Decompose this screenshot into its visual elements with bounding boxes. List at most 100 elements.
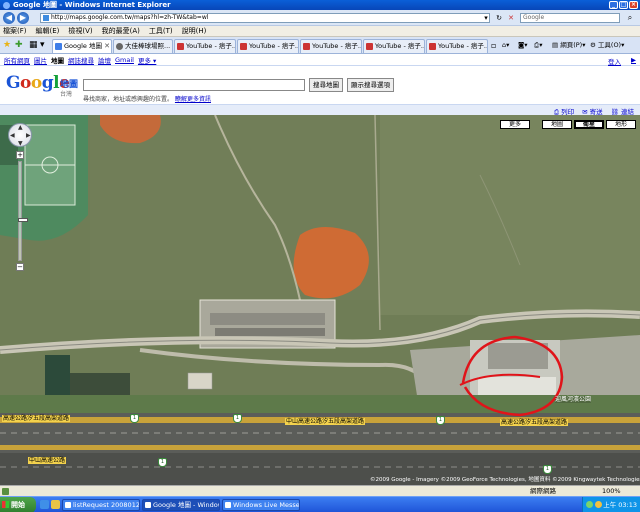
ie-icon [145, 502, 151, 508]
new-tab-icon[interactable]: ▫ [491, 41, 496, 50]
search-input[interactable]: Google [520, 13, 620, 23]
highway-shield-icon: 1 [233, 414, 242, 423]
google-favicon-icon [55, 43, 62, 50]
zoom-in-button[interactable]: + [16, 151, 24, 159]
tab-youtube-3[interactable]: YouTube - 痞子... [300, 39, 362, 53]
pan-up-icon[interactable]: ▲ [18, 124, 23, 131]
zoom-slider-track[interactable] [18, 161, 28, 261]
road-label: 高速公路汐五段高架道路 [2, 415, 71, 422]
task-label: Windows Live Messenger [233, 501, 300, 509]
zoom-level[interactable]: 100% [602, 486, 621, 496]
youtube-favicon-icon [303, 43, 310, 50]
tab-baseball[interactable]: 大佳棒球場照... [113, 39, 173, 53]
expand-link[interactable]: ▶ [631, 56, 636, 66]
menu-view[interactable]: 檢視(V) [68, 26, 92, 36]
ie-quicklaunch-icon[interactable] [40, 500, 49, 509]
menu-edit[interactable]: 編輯(E) [36, 26, 60, 36]
tab-label: 大佳棒球場照... [125, 42, 171, 50]
volume-icon[interactable] [595, 501, 602, 508]
minimize-icon[interactable]: _ [609, 1, 618, 9]
maps-search-input[interactable] [83, 79, 305, 91]
tab-label: YouTube - 痞子... [186, 42, 236, 50]
show-options-button[interactable]: 顯示搜尋選項 [347, 78, 394, 92]
url-input[interactable]: http://maps.google.com.tw/maps?hl=zh-TW&… [40, 13, 490, 23]
logo-letter: G [6, 73, 21, 93]
tab-close-icon[interactable]: ✕ [104, 40, 110, 53]
map-type-satellite[interactable]: 衛星 [574, 120, 604, 129]
clock[interactable]: 上午 03:13 [603, 497, 637, 512]
print-icon[interactable]: ⎙▾ [534, 41, 542, 50]
nav-blog-search[interactable]: 網誌搜尋 [68, 55, 94, 65]
youtube-favicon-icon [240, 43, 247, 50]
maximize-icon[interactable]: □ [619, 1, 628, 9]
tab-youtube-1[interactable]: YouTube - 痞子... [174, 39, 236, 53]
sign-in-link[interactable]: 登入 [608, 56, 621, 66]
menu-tools[interactable]: 工具(T) [149, 26, 173, 36]
map-type-map[interactable]: 地圖 [542, 120, 572, 129]
map-viewport[interactable]: ▲ ◀ ▶ ▼ + − 更多 地圖 衛星 地形 高速公路汐五段高架道路 中山高速… [0, 115, 640, 485]
nav-web[interactable]: 所有網頁 [4, 55, 30, 65]
task-listrequest[interactable]: listRequest 20080124-1 ... [62, 499, 140, 511]
home-icon[interactable]: ⌂▾ [502, 41, 509, 50]
system-tray: 上午 03:13 [582, 497, 640, 512]
menu-help[interactable]: 說明(H) [182, 26, 207, 36]
menu-favorites[interactable]: 我的最愛(A) [102, 26, 140, 36]
google-nav: 所有網頁 圖片 地圖 網誌搜尋 論壇 Gmail 更多 ▾ [0, 54, 640, 66]
pan-left-icon[interactable]: ◀ [10, 132, 15, 139]
refresh-icon[interactable]: ↻ [494, 13, 504, 23]
stop-icon[interactable]: ✕ [506, 13, 516, 23]
map-type-terrain[interactable]: 地形 [606, 120, 636, 129]
tab-youtube-2[interactable]: YouTube - 痞子... [237, 39, 299, 53]
pan-right-icon[interactable]: ▶ [26, 132, 31, 139]
page-menu[interactable]: ▤ 網頁(P)▾ [552, 41, 585, 50]
tab-youtube-5[interactable]: YouTube - 痞子... [426, 39, 488, 53]
forward-arrow-icon[interactable]: ▶ [17, 12, 29, 24]
network-icon[interactable] [586, 501, 593, 508]
pan-down-icon[interactable]: ▼ [18, 140, 23, 147]
search-placeholder: Google [523, 14, 545, 21]
add-favorite-icon[interactable]: ✚ [15, 41, 23, 50]
window-title-bar: Google 地圖 - Windows Internet Explorer _ … [0, 0, 640, 10]
task-label: listRequest 20080124-1 ... [73, 501, 140, 509]
area-label: 迎風河濱公園 [555, 396, 592, 403]
region-label: 台灣 [60, 91, 73, 98]
zoom-out-button[interactable]: − [16, 263, 24, 271]
tab-label: YouTube - 痞子... [375, 42, 425, 50]
pan-control[interactable]: ▲ ◀ ▶ ▼ [8, 123, 32, 147]
close-icon[interactable]: × [629, 1, 638, 9]
favorites-star-icon[interactable]: ★ [3, 41, 11, 50]
url-text: http://maps.google.com.tw/maps?hl=zh-TW&… [51, 14, 209, 21]
task-messenger[interactable]: Windows Live Messenger [222, 499, 300, 511]
tab-label: YouTube - 痞子... [249, 42, 299, 50]
road-label: 高速公路汐五段高架道路 [500, 419, 569, 426]
search-icon[interactable]: ⌕ [624, 13, 636, 23]
tab-label: YouTube - 痞子... [312, 42, 362, 50]
more-button[interactable]: 更多 [500, 120, 530, 129]
learn-more-link[interactable]: 瞭解更多資訊 [175, 96, 211, 103]
quick-tabs-icon[interactable]: ▾ [40, 41, 45, 50]
menu-file[interactable]: 檔案(F) [3, 26, 27, 36]
highway-shield-icon: 1 [158, 458, 167, 467]
search-maps-button[interactable]: 搜尋地圖 [309, 78, 343, 92]
menu-bar: 檔案(F) 編輯(E) 檢視(V) 我的最愛(A) 工具(T) 說明(H) [0, 26, 640, 37]
nav-more[interactable]: 更多 ▾ [138, 55, 156, 65]
back-arrow-icon[interactable]: ◀ [3, 12, 15, 24]
tools-menu[interactable]: ⚙ 工具(O)▾ [590, 41, 624, 50]
tabs-bar: ★ ✚ ▦ ▾ Google 地圖 ✕ 大佳棒球場照... YouTube - … [0, 37, 640, 54]
nav-groups[interactable]: 論壇 [98, 55, 111, 65]
feeds-icon[interactable]: ◙▾ [518, 41, 528, 50]
tab-google-maps[interactable]: Google 地圖 ✕ [52, 39, 112, 53]
nav-gmail[interactable]: Gmail [115, 56, 134, 64]
nav-images[interactable]: 圖片 [34, 55, 47, 65]
road-label: 中山高速公路汐五段高架道路 [285, 418, 366, 425]
window-controls: _ □ × [609, 1, 638, 9]
folder-quicklaunch-icon[interactable] [51, 500, 60, 509]
start-button[interactable]: 開始 [0, 497, 36, 512]
tab-list-icon[interactable]: ▦ [29, 41, 38, 50]
tab-youtube-4[interactable]: YouTube - 痞子... [363, 39, 425, 53]
task-google-maps[interactable]: Google 地圖 - Windows I... [142, 499, 220, 511]
messenger-icon [225, 502, 231, 508]
address-dropdown-icon[interactable]: ▾ [481, 13, 491, 23]
road-label: 中山高速公路 [28, 457, 67, 464]
zoom-slider-handle[interactable] [18, 218, 28, 222]
